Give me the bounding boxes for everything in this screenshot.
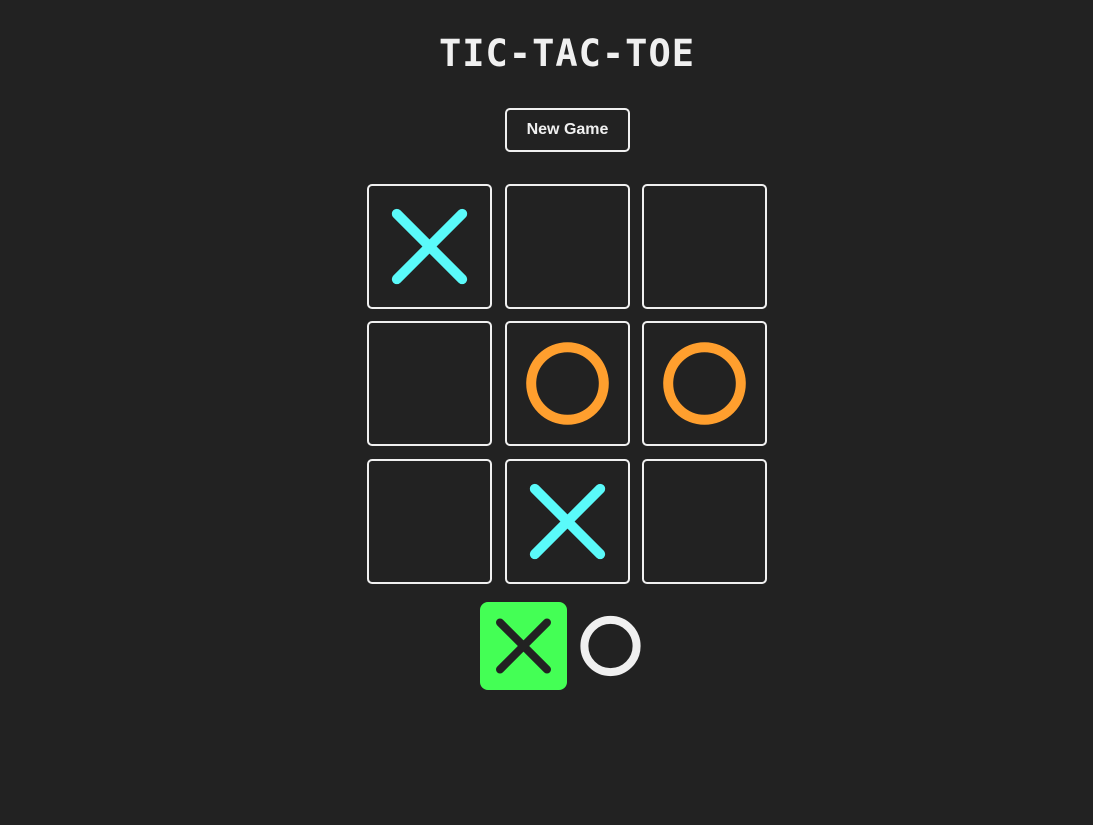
x-mark-icon — [496, 618, 551, 674]
o-mark-icon — [663, 342, 746, 425]
board-cell-8[interactable] — [505, 459, 630, 584]
turn-indicator-x — [480, 602, 567, 690]
board-cell-2[interactable] — [505, 184, 630, 309]
x-mark-icon — [391, 208, 468, 285]
board-cell-7[interactable] — [367, 459, 492, 584]
board-cell-3[interactable] — [642, 184, 767, 309]
page-title: TIC-TAC-TOE — [438, 32, 696, 75]
board-cell-4[interactable] — [367, 321, 492, 446]
o-mark-icon — [526, 342, 609, 425]
x-mark-icon — [529, 483, 606, 560]
turn-indicator-o — [567, 602, 654, 690]
board-cell-6[interactable] — [642, 321, 767, 446]
board-cell-5[interactable] — [505, 321, 630, 446]
board-cell-9[interactable] — [642, 459, 767, 584]
board-cell-1[interactable] — [367, 184, 492, 309]
o-mark-icon — [580, 615, 641, 677]
game-board — [367, 184, 767, 584]
new-game-button[interactable]: New Game — [505, 108, 630, 152]
game-page: TIC-TAC-TOE New Game — [0, 0, 1093, 825]
